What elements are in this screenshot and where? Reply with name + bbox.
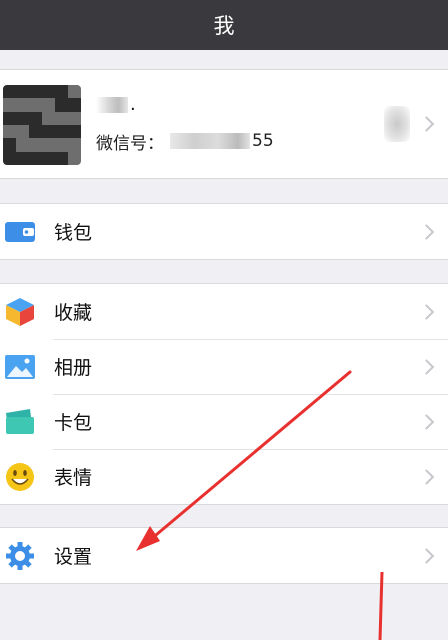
smiley-icon — [6, 463, 34, 491]
blurred-name-mosaic — [96, 97, 128, 113]
card-pack-icon — [6, 409, 34, 434]
menu-item-label: 相册 — [54, 357, 93, 379]
menu-item-favorites[interactable]: 收藏 — [0, 284, 448, 339]
wechat-id: 微信号： 55 — [96, 128, 274, 154]
wallet-section: 钱包 — [0, 203, 448, 260]
avatar[interactable] — [3, 85, 81, 165]
picture-icon — [5, 355, 35, 379]
wechat-id-label: 微信号： — [96, 133, 164, 154]
chevron-right-icon — [418, 547, 435, 564]
chevron-right-icon — [418, 358, 435, 375]
blurred-id-mosaic — [170, 133, 250, 149]
menu-item-label: 设置 — [54, 546, 93, 568]
wechat-id-suffix: 55 — [252, 131, 274, 151]
qr-code-icon[interactable] — [384, 106, 410, 142]
top-nav-bar: 我 — [0, 0, 448, 50]
chevron-right-icon — [418, 116, 435, 132]
menu-item-label: 钱包 — [54, 222, 93, 244]
profile-name-suffix: . — [130, 94, 136, 115]
chevron-right-icon — [418, 223, 435, 240]
settings-section: 设置 — [0, 527, 448, 584]
chevron-right-icon — [418, 468, 435, 485]
menu-item-settings[interactable]: 设置 — [0, 528, 448, 583]
menu-item-album[interactable]: 相册 — [0, 339, 448, 394]
gear-icon — [6, 542, 34, 570]
collection-section: 收藏 相册 卡包 表情 — [0, 283, 448, 505]
wallet-icon — [5, 222, 35, 242]
menu-item-cards[interactable]: 卡包 — [0, 394, 448, 449]
menu-item-label: 卡包 — [54, 412, 93, 434]
chevron-right-icon — [418, 303, 435, 320]
page-title: 我 — [213, 14, 235, 38]
menu-item-label: 收藏 — [54, 302, 93, 324]
menu-item-stickers[interactable]: 表情 — [0, 449, 448, 504]
menu-item-wallet[interactable]: 钱包 — [0, 204, 448, 259]
chevron-right-icon — [418, 413, 435, 430]
profile-card[interactable]: . 微信号： 55 — [0, 69, 448, 179]
menu-item-label: 表情 — [54, 467, 93, 489]
cube-icon — [6, 298, 34, 326]
profile-name: . — [96, 92, 136, 118]
